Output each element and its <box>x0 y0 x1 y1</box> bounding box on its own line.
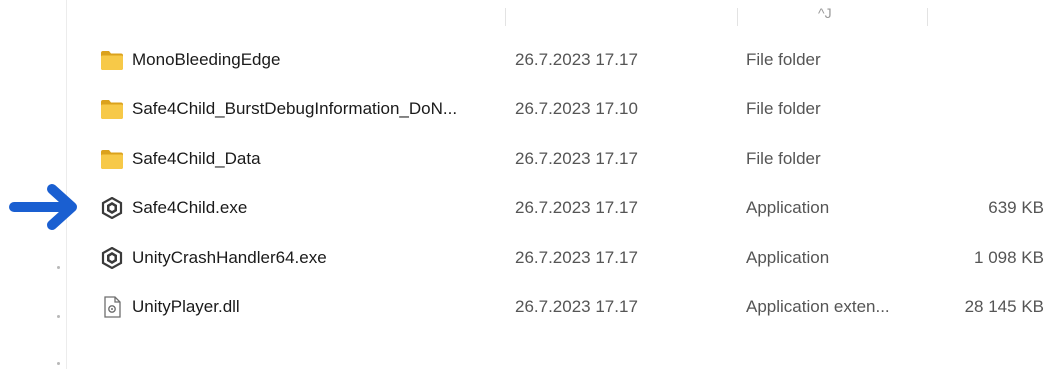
unity-exe-icon <box>100 246 124 270</box>
file-name: Safe4Child_BurstDebugInformation_DoN... <box>132 99 458 119</box>
file-date-modified: 26.7.2023 17.10 <box>515 99 638 119</box>
file-name: UnityPlayer.dll <box>132 297 240 317</box>
file-date-modified: 26.7.2023 17.17 <box>515 247 638 267</box>
column-header-row: ^J <box>66 0 1056 28</box>
nav-pane-indicator <box>57 266 60 269</box>
file-size: 639 KB <box>988 198 1044 218</box>
file-size: 28 145 KB <box>964 297 1044 317</box>
file-size: 1 098 KB <box>974 247 1044 267</box>
file-row-unitycrashhandler64[interactable]: UnityCrashHandler64.exe 26.7.2023 17.17 … <box>66 233 1056 283</box>
file-row-unityplayer-dll[interactable]: UnityPlayer.dll 26.7.2023 17.17 Applicat… <box>66 283 1056 333</box>
file-date-modified: 26.7.2023 17.17 <box>515 198 638 218</box>
file-explorer-view: ^J MonoBleedingEdge 26.7.2023 17.17 File… <box>0 0 1056 369</box>
file-date-modified: 26.7.2023 17.17 <box>515 297 638 317</box>
dll-file-icon <box>100 296 124 318</box>
file-row-burst-debug-information[interactable]: Safe4Child_BurstDebugInformation_DoN... … <box>66 85 1056 135</box>
file-date-modified: 26.7.2023 17.17 <box>515 49 638 69</box>
file-type: File folder <box>746 49 821 69</box>
file-type: Application <box>746 247 830 267</box>
unity-exe-icon <box>100 196 124 220</box>
folder-icon <box>100 148 124 170</box>
column-header-label[interactable]: ^J <box>818 6 832 20</box>
file-name: UnityCrashHandler64.exe <box>132 247 327 267</box>
file-name: MonoBleedingEdge <box>132 49 281 69</box>
column-separator[interactable] <box>737 8 738 26</box>
file-name: Safe4Child.exe <box>132 198 248 218</box>
nav-pane-indicator <box>57 362 60 365</box>
nav-pane-indicator <box>57 315 60 318</box>
file-type: Application exten... <box>746 297 890 317</box>
column-separator[interactable] <box>505 8 506 26</box>
folder-icon <box>100 49 124 71</box>
folder-icon <box>100 98 124 120</box>
file-name: Safe4Child_Data <box>132 148 261 168</box>
arrow-pointer-icon <box>9 184 77 230</box>
file-type: File folder <box>746 99 821 119</box>
file-type: File folder <box>746 148 821 168</box>
file-date-modified: 26.7.2023 17.17 <box>515 148 638 168</box>
file-row-safe4child-exe[interactable]: Safe4Child.exe 26.7.2023 17.17 Applicati… <box>66 184 1056 234</box>
file-row-monobleedingedge[interactable]: MonoBleedingEdge 26.7.2023 17.17 File fo… <box>66 35 1056 85</box>
file-type: Application <box>746 198 830 218</box>
file-list: MonoBleedingEdge 26.7.2023 17.17 File fo… <box>66 35 1056 332</box>
file-row-safe4child-data[interactable]: Safe4Child_Data 26.7.2023 17.17 File fol… <box>66 134 1056 184</box>
column-separator[interactable] <box>927 8 928 26</box>
